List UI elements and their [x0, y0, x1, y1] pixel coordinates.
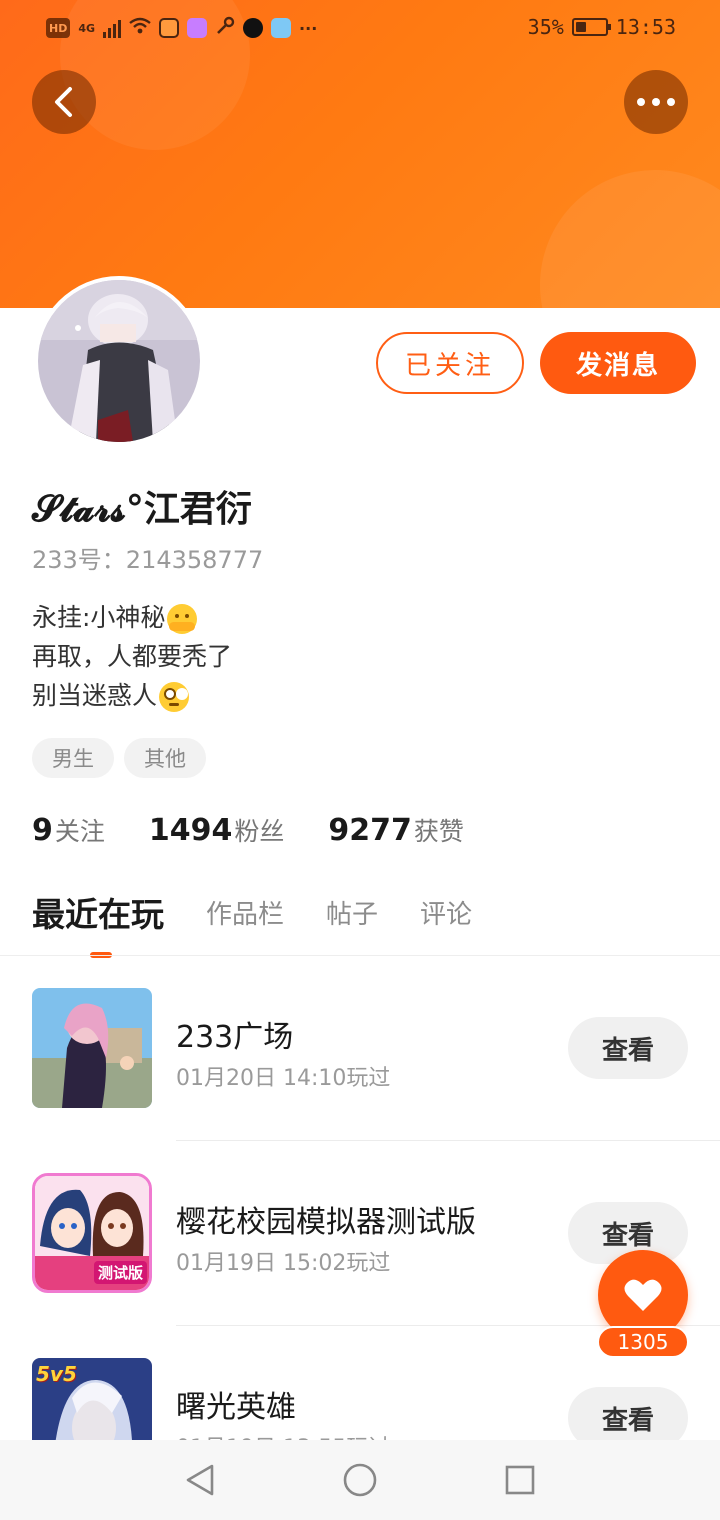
- more-options-button[interactable]: [624, 70, 688, 134]
- profile-stats: 9 关注 1494 粉丝 9277 获赞: [32, 812, 464, 848]
- battery-icon: [571, 18, 611, 36]
- hd-indicator: HD: [46, 18, 71, 38]
- following-count[interactable]: 9 关注: [32, 812, 105, 848]
- like-count: 1305: [597, 1326, 689, 1358]
- back-button[interactable]: [32, 70, 96, 134]
- bio-line-3: 别当迷惑人: [32, 676, 232, 715]
- clock: 13:53: [615, 15, 676, 39]
- system-navigation-bar: [0, 1440, 720, 1520]
- view-button[interactable]: 查看: [568, 1387, 688, 1440]
- signal-icon: [103, 18, 122, 38]
- video-app-icon: [159, 18, 180, 38]
- 5v5-badge: 5v5: [36, 1362, 77, 1386]
- tab-works[interactable]: 作品栏: [206, 894, 284, 931]
- played-time: 01月19日 15:02玩过: [176, 1251, 391, 1276]
- list-divider: [176, 1140, 720, 1141]
- game-icon: [32, 988, 152, 1108]
- followers-count[interactable]: 1494 粉丝: [149, 812, 285, 848]
- weather-icon: [271, 18, 292, 38]
- eye-roll-face-icon: [159, 682, 190, 712]
- category-tag: 其他: [124, 738, 206, 778]
- circle-home-icon: [343, 1463, 377, 1497]
- followed-button[interactable]: 已关注: [376, 332, 524, 394]
- wifi-icon: [129, 17, 151, 39]
- key-icon: [215, 16, 235, 40]
- status-bar: HD 4G ··· 35% 13:53: [0, 0, 720, 56]
- square-recents-icon: [505, 1465, 535, 1495]
- nav-recents-button[interactable]: [502, 1462, 538, 1498]
- tab-comments[interactable]: 评论: [420, 894, 472, 931]
- game-name: 曙光英雄: [176, 1390, 296, 1425]
- tiktok-icon: [243, 18, 264, 38]
- nav-back-button[interactable]: [182, 1462, 218, 1498]
- nav-home-button[interactable]: [342, 1462, 378, 1498]
- nickname: 𝓢𝓽𝓪𝓻𝓼°江君衍: [32, 488, 252, 530]
- played-time: 01月20日 14:10玩过: [176, 1066, 391, 1091]
- music-app-icon: [187, 18, 208, 38]
- bio-line-1: 永挂:小神秘: [32, 598, 232, 637]
- gender-tag: 男生: [32, 738, 114, 778]
- triangle-back-icon: [186, 1464, 214, 1496]
- game-name: 233广场: [176, 1020, 294, 1055]
- likes-received-count: 9277 获赞: [328, 813, 464, 848]
- game-name: 樱花校园模拟器测试版: [176, 1205, 476, 1240]
- network-type: 4G: [78, 21, 96, 35]
- hugging-face-icon: [167, 604, 198, 634]
- ellipsis-icon: [637, 98, 675, 106]
- test-version-badge: 测试版: [93, 1261, 147, 1284]
- user-id: 233号：214358777: [32, 546, 264, 574]
- game-icon: 5v5: [32, 1358, 152, 1440]
- bio-line-2: 再取，人都要秃了: [32, 642, 233, 671]
- profile-tabs: 最近在玩 作品栏 帖子 评论: [32, 888, 472, 958]
- game-icon: 测试版: [32, 1173, 152, 1293]
- played-time: 01月19日 13:55玩过: [176, 1430, 390, 1440]
- more-notifications-icon: ···: [299, 18, 318, 38]
- list-item[interactable]: 233广场 01月20日 14:10玩过 查看: [0, 960, 720, 1145]
- profile-tags: 男生 其他: [32, 738, 206, 778]
- battery-percent: 35%: [527, 15, 564, 39]
- send-message-button[interactable]: 发消息: [540, 332, 696, 394]
- heart-icon: [624, 1279, 662, 1311]
- tab-recently-played[interactable]: 最近在玩: [32, 888, 164, 958]
- tab-posts[interactable]: 帖子: [326, 894, 378, 931]
- view-button[interactable]: 查看: [568, 1017, 688, 1079]
- avatar[interactable]: [34, 276, 204, 446]
- bio: 永挂:小神秘 再取，人都要秃了 别当迷惑人: [32, 598, 232, 715]
- chevron-left-icon: [55, 87, 72, 117]
- tabs-divider: [0, 955, 720, 956]
